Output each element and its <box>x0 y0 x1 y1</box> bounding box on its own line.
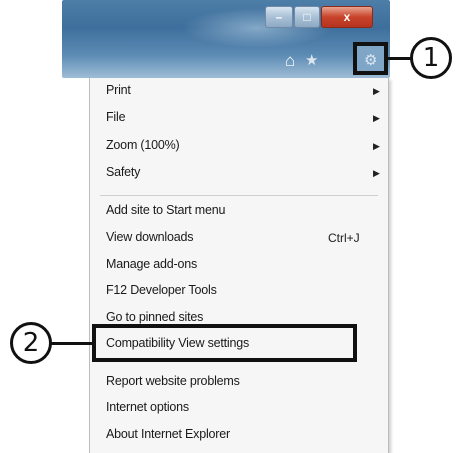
tools-menu: Print ▶ File ▶ Zoom (100%) ▶ Safety ▶ Ad… <box>89 78 389 453</box>
home-icon[interactable]: ⌂ <box>285 52 295 69</box>
menu-item-print[interactable]: Print <box>106 83 131 97</box>
menu-item-internet-options[interactable]: Internet options <box>106 400 189 414</box>
menu-item-safety[interactable]: Safety <box>106 165 140 179</box>
star-icon[interactable]: ★ <box>305 52 318 69</box>
menu-item-add-site[interactable]: Add site to Start menu <box>106 203 225 217</box>
submenu-arrow-icon: ▶ <box>373 168 380 178</box>
callout-1-line <box>388 57 412 60</box>
menu-item-zoom[interactable]: Zoom (100%) <box>106 138 180 152</box>
submenu-arrow-icon: ▶ <box>373 86 380 96</box>
menu-item-pinned-sites[interactable]: Go to pinned sites <box>106 310 203 324</box>
callout-2-badge: 2 <box>10 322 52 364</box>
close-button[interactable]: x <box>321 6 373 28</box>
menu-item-about-ie[interactable]: About Internet Explorer <box>106 427 230 441</box>
browser-titlebar: – □ x <box>62 0 390 78</box>
submenu-arrow-icon: ▶ <box>373 113 380 123</box>
menu-item-manage-addons[interactable]: Manage add-ons <box>106 257 197 271</box>
menu-item-report-problems[interactable]: Report website problems <box>106 374 240 388</box>
menu-separator <box>100 195 378 196</box>
menu-item-view-downloads[interactable]: View downloads <box>106 230 194 244</box>
gear-icon: ⚙ <box>364 52 378 69</box>
callout-1-badge: 1 <box>410 37 452 79</box>
menu-item-f12-tools[interactable]: F12 Developer Tools <box>106 283 217 297</box>
compatibility-highlight-box <box>92 324 357 362</box>
screenshot-canvas: – □ x ⌂ ★ ⚙ 1 Print ▶ File ▶ Zoom (100%)… <box>0 0 468 453</box>
maximize-button[interactable]: □ <box>294 6 320 28</box>
shortcut-label: Ctrl+J <box>328 231 360 245</box>
close-icon: x <box>343 10 351 24</box>
tools-button[interactable]: ⚙ <box>353 42 388 75</box>
submenu-arrow-icon: ▶ <box>373 141 380 151</box>
minimize-button[interactable]: – <box>265 6 293 28</box>
callout-2-line <box>50 342 94 345</box>
maximize-icon: □ <box>303 10 311 24</box>
minimize-icon: – <box>275 10 283 24</box>
menu-item-file[interactable]: File <box>106 110 126 124</box>
